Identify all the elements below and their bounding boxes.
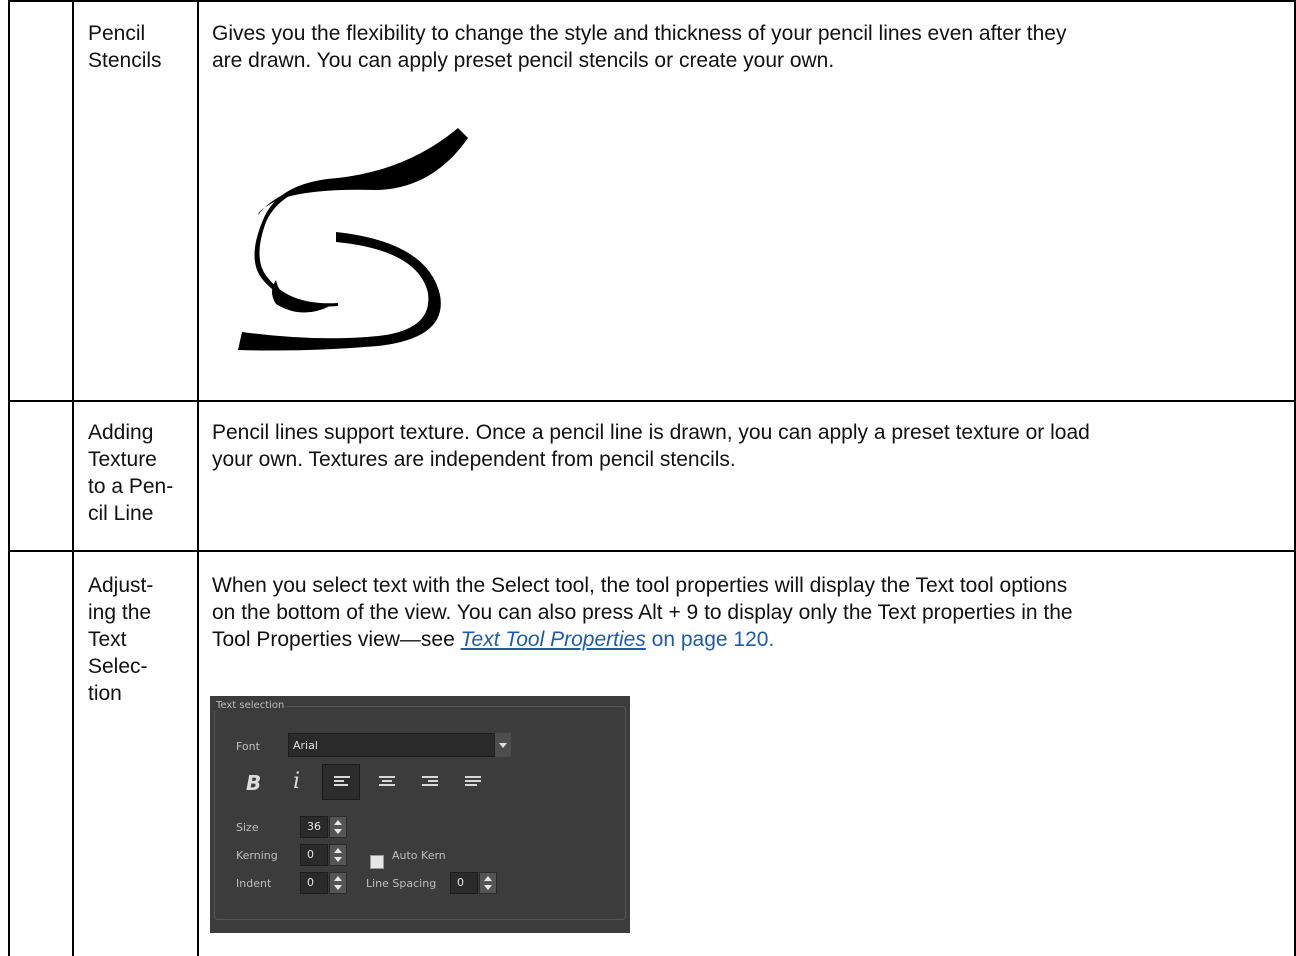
row-label-line: Pencil bbox=[88, 22, 146, 45]
line-spacing-label: Line Spacing bbox=[366, 877, 437, 890]
kerning-label: Kerning bbox=[236, 849, 278, 862]
description-line: Pencil lines support texture. Once a pen… bbox=[212, 421, 1090, 444]
row-divider-1 bbox=[8, 400, 1296, 402]
row-divider-2 bbox=[8, 550, 1296, 552]
font-label: Font bbox=[236, 740, 260, 753]
align-center-icon bbox=[379, 776, 395, 786]
description-line: Gives you the flexibility to change the … bbox=[212, 22, 1067, 45]
row-label-line: cil Line bbox=[88, 502, 154, 525]
bold-button[interactable]: B bbox=[246, 771, 261, 795]
line-spacing-input[interactable]: 0 bbox=[450, 872, 478, 894]
align-left-icon bbox=[334, 776, 350, 786]
description-text: Tool Properties view—see bbox=[212, 628, 461, 651]
table-border-left bbox=[8, 0, 10, 956]
indent-input[interactable]: 0 bbox=[300, 872, 328, 894]
chevron-down-icon[interactable] bbox=[494, 733, 511, 757]
description-line: your own. Textures are independent from … bbox=[212, 448, 736, 471]
align-right-icon bbox=[422, 776, 438, 786]
row-label-line: to a Pen- bbox=[88, 475, 174, 498]
description-line: When you select text with the Select too… bbox=[212, 574, 1068, 597]
description-line: Tool Properties view—see Text Tool Prope… bbox=[212, 626, 1286, 653]
row-label-line: Adding bbox=[88, 421, 154, 444]
description-line: on the bottom of the view. You can also … bbox=[212, 601, 1073, 624]
description-line: are drawn. You can apply preset pencil s… bbox=[212, 49, 835, 72]
justify-button[interactable] bbox=[454, 764, 492, 800]
table-border-top bbox=[8, 0, 1296, 2]
kerning-spinner[interactable] bbox=[329, 844, 347, 866]
row-label-adjusting-text-selection: Adjust- ing the Text Selec- tion bbox=[88, 572, 192, 707]
table-border-col1 bbox=[72, 0, 74, 956]
line-spacing-spinner[interactable] bbox=[479, 872, 497, 894]
row-description-adjusting-text-selection: When you select text with the Select too… bbox=[212, 572, 1286, 653]
size-label: Size bbox=[236, 821, 259, 834]
row-label-line: tion bbox=[88, 682, 122, 705]
feature-table: Pencil Stencils Gives you the flexibilit… bbox=[0, 0, 1296, 956]
align-center-button[interactable] bbox=[368, 764, 406, 800]
italic-button[interactable]: i bbox=[293, 769, 300, 794]
auto-kern-checkbox[interactable] bbox=[370, 855, 384, 869]
row-label-pencil-stencils: Pencil Stencils bbox=[88, 20, 192, 74]
row-label-line: Stencils bbox=[88, 49, 162, 72]
kerning-input[interactable]: 0 bbox=[300, 844, 328, 866]
pencil-stencil-stroke-illustration bbox=[238, 128, 468, 351]
row-label-line: Text bbox=[88, 628, 127, 651]
row-description-pencil-stencils: Gives you the flexibility to change the … bbox=[212, 20, 1286, 74]
table-border-col2 bbox=[197, 0, 199, 956]
indent-label: Indent bbox=[236, 877, 272, 890]
panel-title: Text selection bbox=[214, 700, 287, 711]
text-selection-panel: Text selection Font Arial B i Size 36 Ke… bbox=[210, 696, 630, 933]
row-label-line: Selec- bbox=[88, 655, 148, 678]
font-select[interactable]: Arial bbox=[288, 733, 510, 757]
row-label-line: ing the bbox=[88, 601, 152, 624]
justify-icon bbox=[465, 776, 481, 786]
align-right-button[interactable] bbox=[411, 764, 449, 800]
text-tool-properties-link[interactable]: Text Tool Properties bbox=[461, 628, 646, 651]
align-left-button[interactable] bbox=[322, 764, 360, 800]
size-input[interactable]: 36 bbox=[300, 816, 328, 838]
page-reference[interactable]: on page 120. bbox=[646, 628, 775, 651]
row-label-adding-texture: Adding Texture to a Pen- cil Line bbox=[88, 419, 192, 527]
size-spinner[interactable] bbox=[329, 816, 347, 838]
auto-kern-label: Auto Kern bbox=[392, 849, 446, 862]
indent-spinner[interactable] bbox=[329, 872, 347, 894]
row-label-line: Texture bbox=[88, 448, 157, 471]
row-description-adding-texture: Pencil lines support texture. Once a pen… bbox=[212, 419, 1286, 473]
row-label-line: Adjust- bbox=[88, 574, 154, 597]
